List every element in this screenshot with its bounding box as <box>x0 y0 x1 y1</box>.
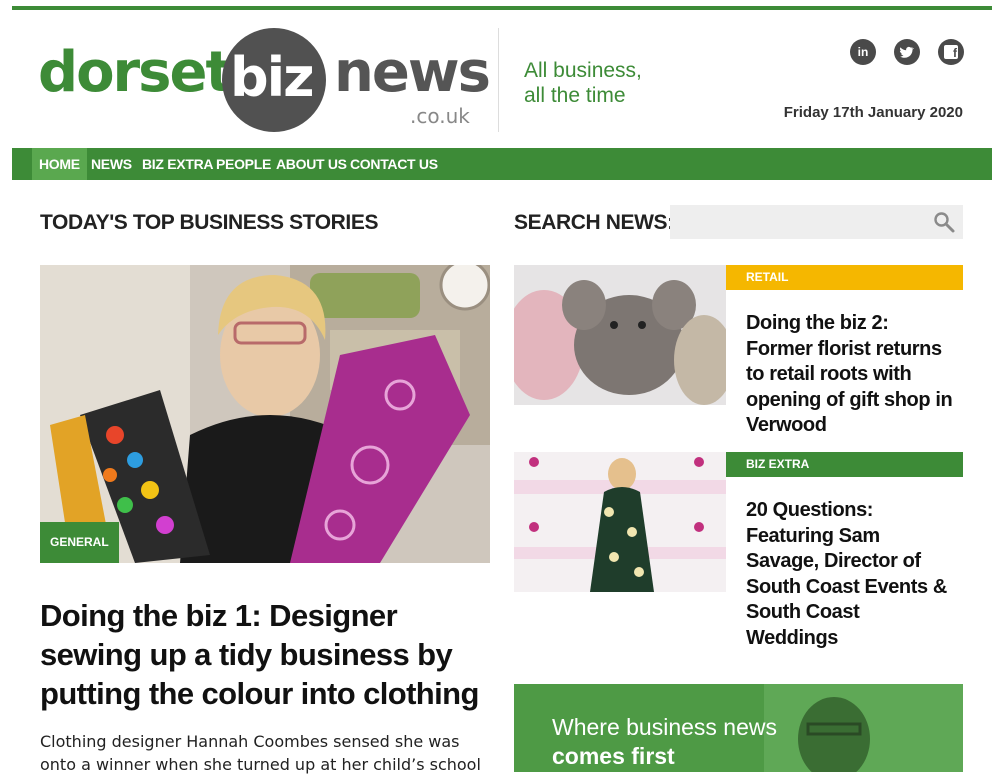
facebook-icon[interactable]: f <box>938 39 964 65</box>
promo-banner[interactable]: Where business news comes first <box>514 684 963 772</box>
side-story-2-headline[interactable]: 20 Questions: Featuring Sam Savage, Dire… <box>746 498 956 651</box>
feature-excerpt: Clothing designer Hannah Coombes sensed … <box>40 732 481 774</box>
logo-news: news <box>334 40 491 105</box>
logo-dorset: dorset <box>38 40 232 105</box>
side-story-2-image[interactable] <box>514 452 726 592</box>
feature-image[interactable] <box>40 265 490 563</box>
top-stories-heading: TODAY'S TOP BUSINESS STORIES <box>40 211 379 234</box>
gift-shop-photo <box>514 265 726 405</box>
twitter-bird-icon <box>899 46 914 58</box>
tagline: All business, all the time <box>524 58 642 108</box>
header-divider <box>498 28 499 132</box>
nav-item-biz-extra[interactable]: BIZ EXTRA <box>142 148 214 180</box>
nav-item-news[interactable]: NEWS <box>91 148 132 180</box>
category-badge-general[interactable]: GENERAL <box>40 522 119 563</box>
logo-domain: .co.uk <box>410 104 470 128</box>
search-icon[interactable] <box>932 210 956 234</box>
linkedin-label: in <box>857 45 869 59</box>
side-story-1-image[interactable] <box>514 265 726 405</box>
nav-item-people[interactable]: PEOPLE <box>216 148 271 180</box>
category-badge-retail[interactable]: RETAIL <box>726 265 963 290</box>
feature-photo <box>40 265 490 563</box>
linkedin-icon[interactable]: in <box>850 39 876 65</box>
site-logo[interactable]: dorset biz news .co.uk <box>38 28 491 132</box>
promo-line2: comes first <box>552 743 675 769</box>
facebook-label: f <box>944 45 958 60</box>
top-accent-line <box>12 6 992 10</box>
category-badge-biz-extra[interactable]: BIZ EXTRA <box>726 452 963 477</box>
tagline-line2: all the time <box>524 84 626 107</box>
search-news-heading: SEARCH NEWS: <box>514 211 674 234</box>
logo-biz: biz <box>230 46 315 109</box>
promo-line1: Where business news <box>552 714 777 740</box>
nav-item-contact-us[interactable]: CONTACT US <box>350 148 438 180</box>
tagline-line1: All business, <box>524 59 642 82</box>
weddings-photo <box>514 452 726 592</box>
twitter-icon[interactable] <box>894 39 920 65</box>
main-nav: HOME NEWS BIZ EXTRA PEOPLE ABOUT US CONT… <box>12 148 992 180</box>
search-input[interactable] <box>670 205 963 239</box>
nav-item-home[interactable]: HOME <box>32 148 87 180</box>
nav-item-about-us[interactable]: ABOUT US <box>276 148 347 180</box>
side-story-1-headline[interactable]: Doing the biz 2: Former florist returns … <box>746 311 956 439</box>
feature-headline[interactable]: Doing the biz 1: Designer sewing up a ti… <box>40 596 500 713</box>
current-date: Friday 17th January 2020 <box>783 104 963 121</box>
